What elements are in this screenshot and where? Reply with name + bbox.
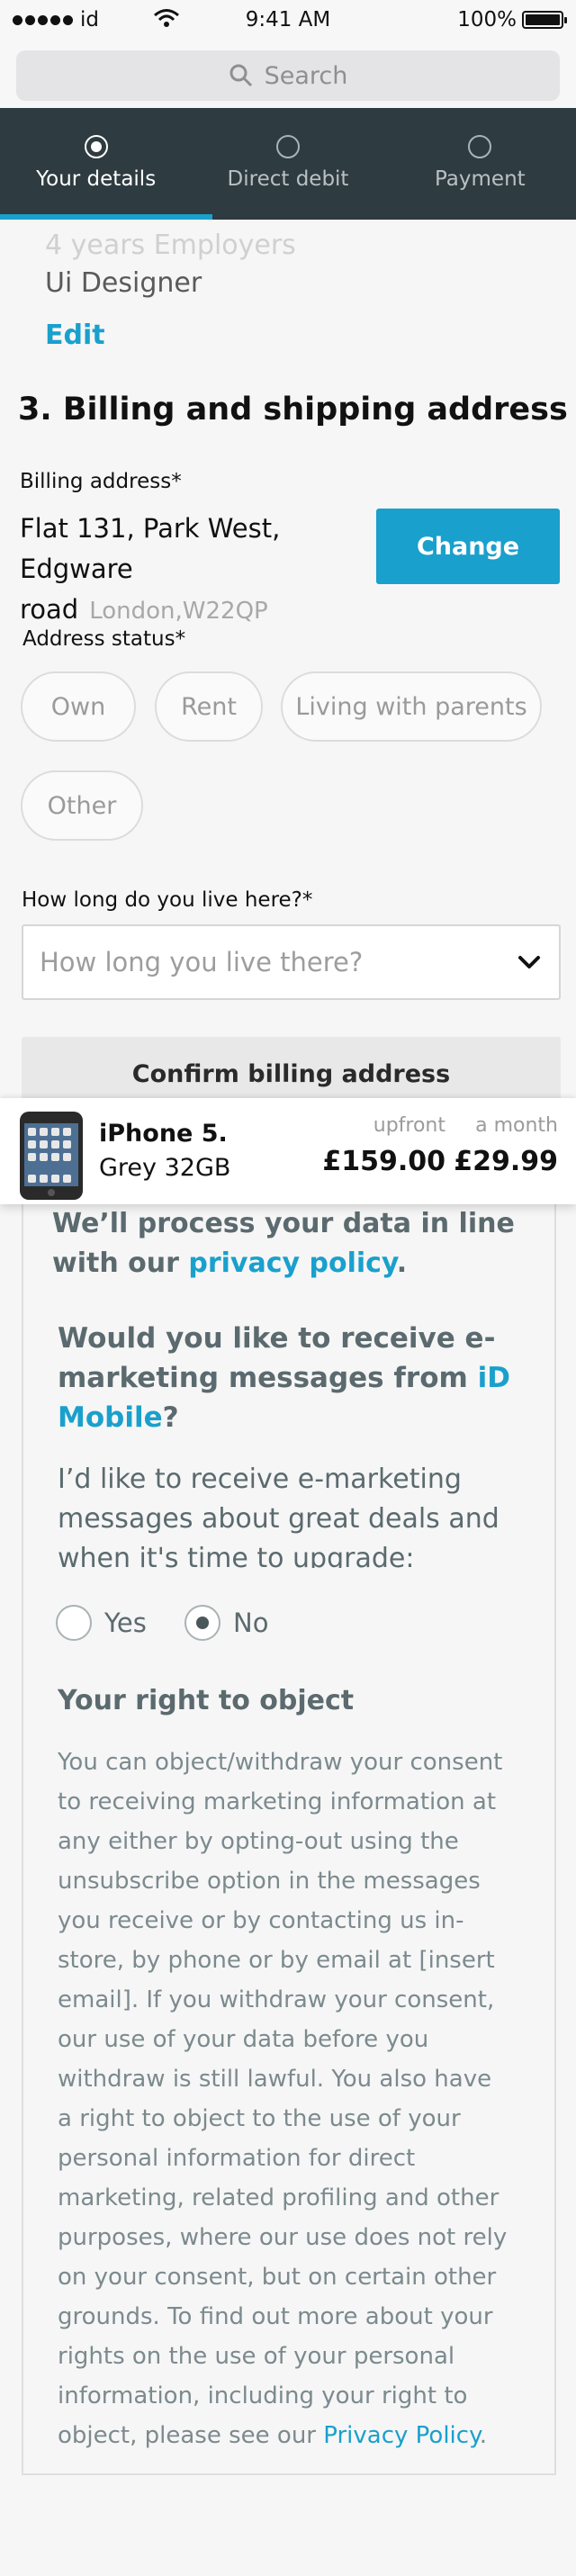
previous-role: Ui Designer	[45, 267, 202, 299]
radio-no-icon[interactable]	[184, 1605, 220, 1641]
privacy-policy-link[interactable]: privacy policy	[188, 1247, 396, 1279]
previous-employers: 4 years Employers	[45, 230, 296, 261]
radio-yes-icon[interactable]	[56, 1605, 92, 1641]
change-address-button[interactable]: Change	[376, 509, 560, 584]
phone-thumbnail-icon	[20, 1112, 83, 1200]
step-indicator-icon	[84, 135, 108, 158]
search-bar: Search	[0, 40, 576, 108]
status-option-rent[interactable]: Rent	[155, 671, 263, 742]
radio-no-label: No	[233, 1608, 269, 1638]
monthly-price: £29.99	[454, 1146, 558, 1177]
consent-text: I’d like to receive e-marketing messages…	[58, 1464, 500, 1568]
upfront-price: £159.00	[322, 1146, 446, 1177]
privacy-intro: We’ll process your data in line with our…	[52, 1204, 520, 1283]
step-indicator-icon	[468, 135, 492, 158]
right-to-object-end: .	[479, 2422, 488, 2449]
checkout-stepper: Your details Direct debit Payment	[0, 108, 576, 220]
marketing-question-end: ?	[162, 1401, 179, 1434]
right-to-object-title: Your right to object	[58, 1685, 355, 1716]
product-summary-bar: iPhone 5. Grey 32GB upfront £159.00 a mo…	[0, 1098, 576, 1204]
product-spec: Grey 32GB	[99, 1154, 231, 1182]
search-icon	[230, 64, 252, 87]
how-long-placeholder: How long you live there?	[40, 947, 364, 977]
search-input[interactable]: Search	[16, 50, 560, 101]
monthly-price-block: a month £29.99	[454, 1114, 558, 1177]
billing-section-title: 3. Billing and shipping address	[18, 392, 568, 428]
step-label: Payment	[434, 167, 526, 191]
step-indicator-icon	[275, 135, 300, 158]
right-to-object-body: You can object/withdraw your consent to …	[58, 1743, 508, 2455]
carrier-name: id	[80, 8, 99, 32]
radio-no[interactable]: No	[184, 1605, 268, 1641]
address-status-label: Address status*	[22, 627, 186, 651]
battery-info: 100%	[457, 8, 567, 32]
carrier-info: id	[13, 8, 99, 32]
step-payment[interactable]: Payment	[384, 108, 576, 220]
billing-address: Flat 131, Park West, Edgware road London,…	[20, 509, 380, 632]
how-long-label: How long do you live here?*	[22, 888, 313, 912]
battery-percent: 100%	[457, 8, 517, 32]
status-option-other[interactable]: Other	[21, 770, 143, 841]
billing-address-label: Billing address*	[20, 470, 182, 493]
active-step-underline	[0, 214, 212, 220]
privacy-policy-link-bottom[interactable]: Privacy Policy	[323, 2422, 479, 2449]
marketing-question: Would you like to receive e-marketing me…	[58, 1319, 517, 1437]
status-bar: id 9:41 AM 100%	[0, 0, 576, 40]
search-placeholder: Search	[264, 61, 348, 90]
signal-icon	[13, 14, 73, 25]
product-name: iPhone 5.	[99, 1120, 228, 1148]
privacy-intro-end: .	[396, 1247, 408, 1279]
upfront-price-block: upfront £159.00	[322, 1114, 446, 1177]
step-label: Your details	[36, 167, 157, 191]
step-your-details[interactable]: Your details	[0, 108, 192, 220]
step-direct-debit[interactable]: Direct debit	[192, 108, 383, 220]
how-long-select[interactable]: How long you live there?	[22, 924, 561, 1000]
upfront-label: upfront	[373, 1114, 446, 1137]
radio-yes-label: Yes	[104, 1608, 147, 1638]
chevron-down-icon	[518, 956, 540, 968]
battery-icon	[522, 11, 567, 29]
radio-yes[interactable]: Yes	[56, 1605, 147, 1641]
step-label: Direct debit	[227, 167, 349, 191]
status-option-own[interactable]: Own	[21, 671, 136, 742]
right-to-object-text: You can object/withdraw your consent to …	[58, 1749, 508, 2449]
address-city: London,W22QP	[89, 598, 268, 625]
edit-link[interactable]: Edit	[45, 320, 105, 351]
status-option-living-with-parents[interactable]: Living with parents	[281, 671, 542, 742]
monthly-label: a month	[475, 1114, 558, 1137]
wifi-icon	[154, 9, 179, 27]
marketing-question-text: Would you like to receive e-marketing me…	[58, 1322, 496, 1394]
